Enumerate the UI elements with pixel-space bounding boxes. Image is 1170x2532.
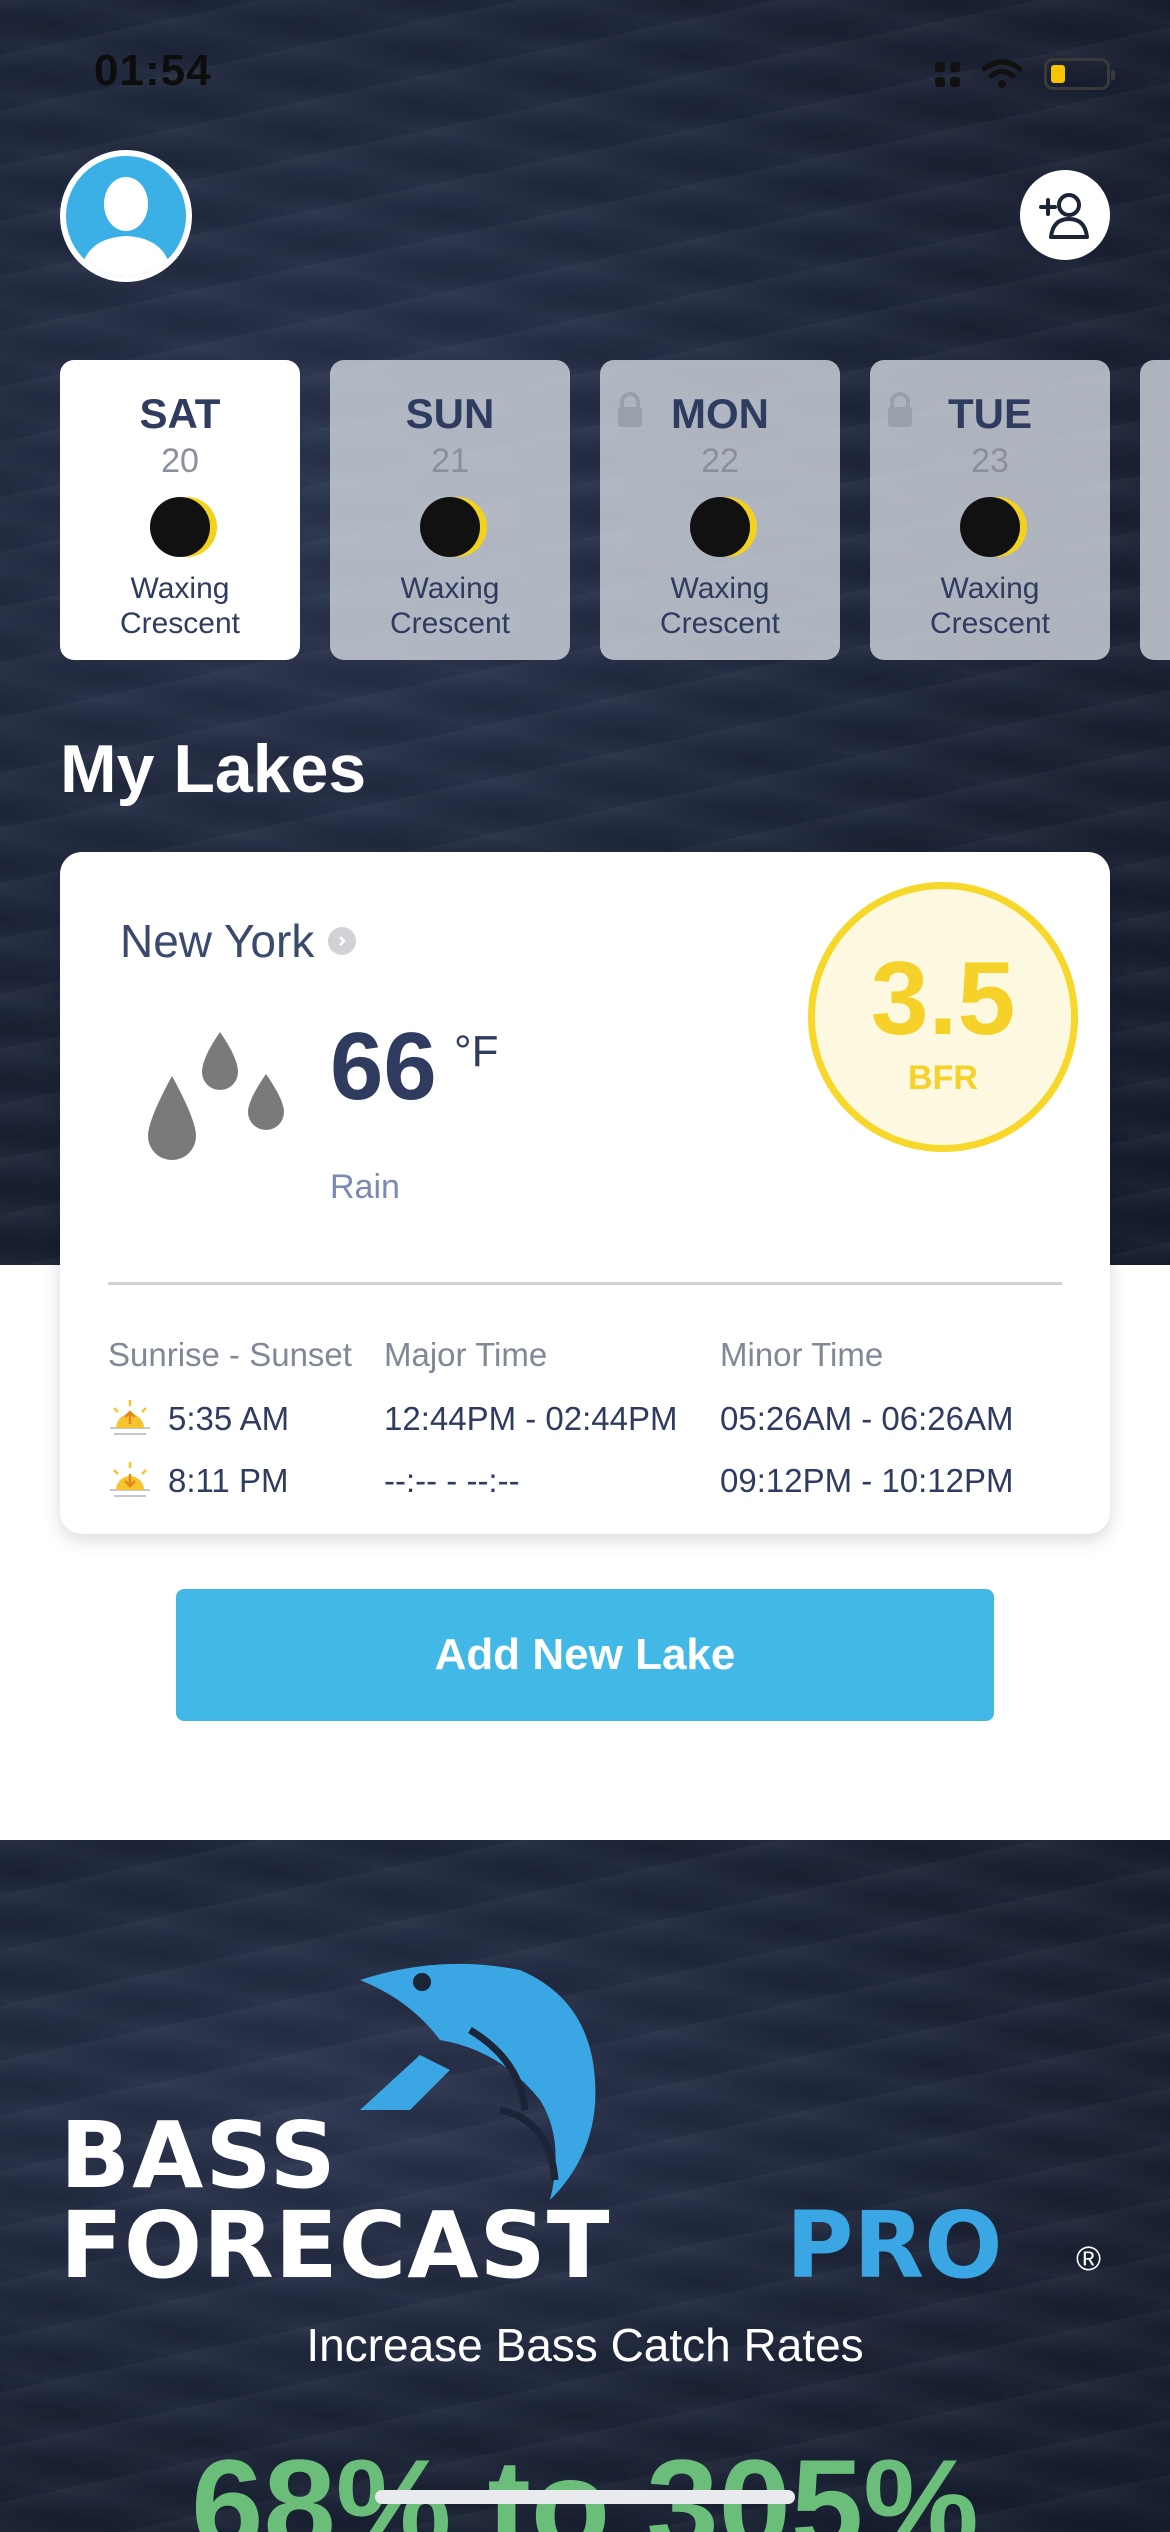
day-card-sun[interactable]: SUN 21 Waxing Crescent: [330, 360, 570, 660]
sunrise-sunset-header: Sunrise - Sunset: [108, 1336, 352, 1373]
day-date: 21: [431, 442, 469, 480]
lake-name-link[interactable]: New York: [120, 914, 357, 968]
moon-icon: [960, 497, 1020, 557]
moon-phase: Waxing Crescent: [929, 572, 1051, 640]
sunset-icon: [110, 1462, 150, 1497]
moon-phase: Waxing Crescent: [659, 572, 781, 640]
cellular-icon: [935, 61, 960, 87]
catch-rate-stat: 68% to 305%: [191, 2432, 979, 2532]
bfr-value: 3.5: [870, 941, 1016, 1057]
add-new-lake-button[interactable]: Add New Lake: [176, 1589, 994, 1721]
bfr-score-badge[interactable]: 3.5 BFR: [808, 882, 1078, 1152]
major-time-1: 12:44PM - 02:44PM: [384, 1400, 678, 1437]
wifi-icon: [982, 59, 1022, 88]
sunrise-time: 5:35 AM: [168, 1400, 290, 1437]
brand-forecast: FORECAST: [60, 2192, 611, 2299]
status-time: 01:54: [94, 46, 212, 95]
sunrise-icon: [110, 1400, 150, 1435]
rain-icon: [148, 1032, 284, 1160]
major-time-2: --:-- - --:--: [384, 1462, 520, 1499]
day-name: SUN: [405, 390, 495, 437]
fish-logo: [360, 1963, 596, 2200]
day-name: SAT: [139, 390, 221, 437]
registered-mark: ®: [1076, 2240, 1102, 2278]
day-card-tue[interactable]: TUE 23 Waxing Crescent: [870, 360, 1110, 660]
day-card-peek[interactable]: [1140, 360, 1170, 660]
bfr-label: BFR: [908, 1059, 978, 1097]
brand-bass: BASS: [60, 2102, 338, 2209]
day-date: 23: [971, 442, 1009, 480]
chevron-right-icon: [328, 927, 357, 955]
minor-time-2: 09:12PM - 10:12PM: [720, 1462, 1014, 1499]
moon-icon: [420, 497, 480, 557]
home-indicator[interactable]: [375, 2490, 795, 2504]
day-date: 20: [161, 442, 199, 480]
minor-time-header: Minor Time: [720, 1336, 884, 1373]
tagline: Increase Bass Catch Rates: [306, 2319, 864, 2371]
divider: [108, 1282, 1062, 1285]
add-user-button[interactable]: [1020, 170, 1110, 260]
lock-icon: [618, 392, 642, 427]
lake-name: New York: [120, 915, 315, 967]
battery-icon: [1044, 58, 1115, 90]
weather-condition: Rain: [330, 1168, 400, 1206]
sunset-time: 8:11 PM: [168, 1462, 289, 1499]
brand-pro: PRO: [786, 2192, 1003, 2299]
minor-time-1: 05:26AM - 06:26AM: [720, 1400, 1014, 1437]
temperature: 66: [330, 1013, 437, 1120]
moon-phase: Waxing Crescent: [119, 572, 241, 640]
moon-icon: [690, 497, 750, 557]
temperature-unit: °F: [454, 1027, 499, 1076]
moon-icon: [150, 497, 210, 557]
lock-icon: [888, 392, 912, 427]
day-selector: SAT 20 Waxing Crescent SUN 21 Waxing Cresc…: [60, 360, 1110, 660]
day-card-mon[interactable]: MON 22 Waxing Crescent: [600, 360, 840, 660]
day-card-sat[interactable]: SAT 20 Waxing Crescent: [60, 360, 300, 660]
section-title: My Lakes: [60, 731, 367, 807]
status-icons: [935, 58, 1115, 90]
avatar[interactable]: [60, 150, 192, 282]
add-user-icon: [1039, 193, 1089, 239]
day-date: 22: [701, 442, 739, 480]
moon-phase: Waxing Crescent: [389, 572, 511, 640]
lake-card[interactable]: New York 66 °F Rain 3.5 BFR Sunrise - Su…: [60, 852, 1110, 1534]
person-icon: [80, 177, 172, 276]
major-time-header: Major Time: [384, 1336, 548, 1373]
